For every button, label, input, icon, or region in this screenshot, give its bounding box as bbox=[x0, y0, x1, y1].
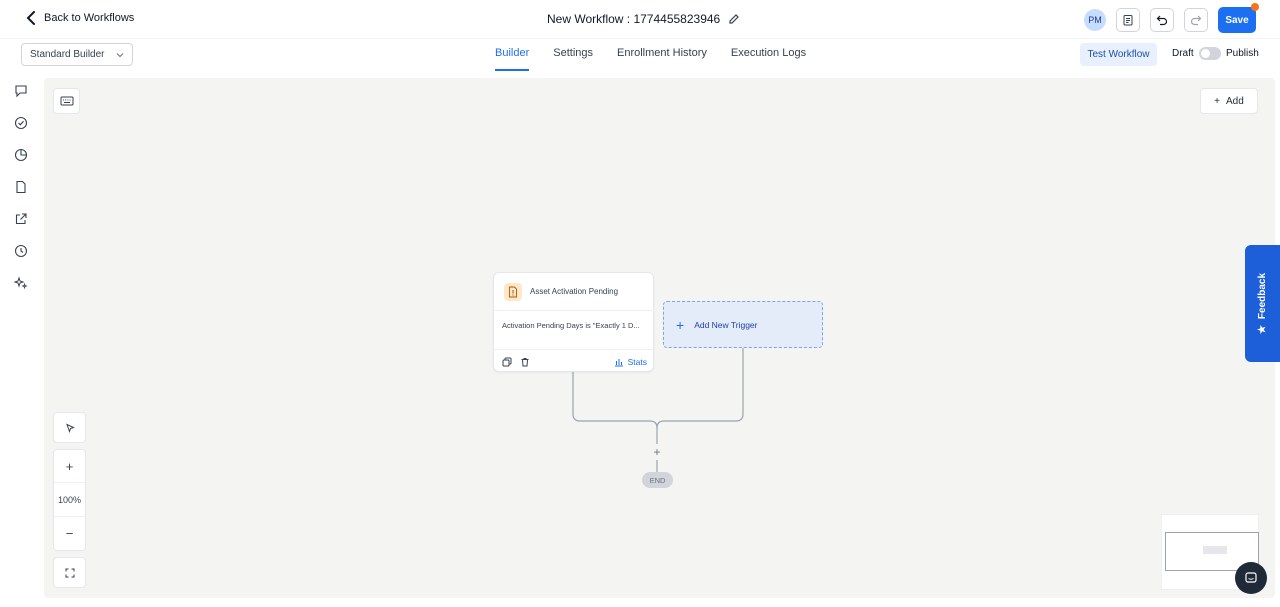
chevron-down-icon bbox=[116, 52, 124, 57]
plus-icon: + bbox=[676, 316, 685, 333]
sub-bar: Standard Builder Builder Settings Enroll… bbox=[0, 38, 1280, 71]
check-circle-icon[interactable] bbox=[14, 116, 28, 130]
sparkle-icon[interactable] bbox=[13, 276, 28, 290]
chat-icon[interactable] bbox=[14, 84, 28, 98]
publish-label: Publish bbox=[1226, 48, 1259, 59]
zoom-level: 100% bbox=[54, 483, 85, 517]
back-label: Back to Workflows bbox=[44, 12, 135, 24]
chat-widget-button[interactable] bbox=[1235, 562, 1267, 594]
stats-label: Stats bbox=[627, 356, 647, 367]
feedback-label: Feedback bbox=[1257, 272, 1269, 320]
workflow-title[interactable]: New Workflow : 1774455823946 bbox=[547, 12, 740, 26]
fit-view-button[interactable] bbox=[53, 557, 86, 588]
stats-link[interactable]: Stats bbox=[614, 357, 647, 367]
back-to-workflows-link[interactable]: Back to Workflows bbox=[26, 11, 134, 25]
pie-chart-icon[interactable] bbox=[14, 148, 28, 162]
bar-chart-icon bbox=[614, 358, 623, 366]
minimap-node bbox=[1203, 546, 1227, 554]
redo-icon bbox=[1190, 15, 1202, 26]
test-workflow-button[interactable]: Test Workflow bbox=[1080, 43, 1157, 66]
trigger-card-header: Asset Activation Pending bbox=[494, 273, 655, 311]
unsaved-indicator bbox=[1251, 3, 1259, 11]
plus-icon: + bbox=[1214, 95, 1221, 107]
tab-settings[interactable]: Settings bbox=[553, 39, 593, 71]
keyboard-icon bbox=[60, 96, 73, 106]
external-link-icon[interactable] bbox=[14, 212, 28, 226]
notes-button[interactable] bbox=[1116, 8, 1140, 32]
add-node-button[interactable]: + Add bbox=[1200, 88, 1258, 114]
undo-button[interactable] bbox=[1150, 8, 1174, 32]
tab-enrollment-history[interactable]: Enrollment History bbox=[617, 39, 707, 71]
workflow-title-text: New Workflow : 1774455823946 bbox=[547, 12, 721, 26]
document-icon[interactable] bbox=[14, 180, 28, 194]
copy-icon[interactable] bbox=[502, 357, 512, 367]
pencil-icon[interactable] bbox=[728, 13, 740, 25]
connector-lines bbox=[572, 348, 744, 472]
zoom-controls: + 100% − bbox=[53, 449, 86, 551]
tab-execution-logs[interactable]: Execution Logs bbox=[731, 39, 806, 71]
save-button[interactable]: Save bbox=[1218, 3, 1259, 33]
trigger-card[interactable]: Asset Activation Pending Activation Pend… bbox=[493, 272, 655, 373]
trigger-card-footer: Stats bbox=[494, 349, 655, 373]
history-icon[interactable] bbox=[14, 244, 28, 258]
add-new-trigger-button[interactable]: + Add New Trigger bbox=[663, 301, 823, 348]
keyboard-shortcuts-button[interactable] bbox=[53, 88, 80, 114]
top-bar: Back to Workflows New Workflow : 1774455… bbox=[0, 0, 1280, 38]
tab-builder[interactable]: Builder bbox=[495, 39, 530, 71]
draft-label: Draft bbox=[1172, 48, 1194, 59]
clipboard-icon bbox=[1123, 15, 1133, 26]
feedback-tab[interactable]: ★ Feedback bbox=[1245, 245, 1280, 362]
expand-icon bbox=[65, 568, 74, 577]
add-trigger-label: Add New Trigger bbox=[694, 319, 758, 330]
star-icon: ★ bbox=[1257, 325, 1269, 335]
select-tool-button[interactable] bbox=[53, 412, 86, 443]
add-action-button[interactable]: + bbox=[649, 444, 665, 460]
trigger-title: Asset Activation Pending bbox=[530, 287, 619, 296]
file-alert-icon bbox=[504, 282, 522, 301]
undo-icon bbox=[1156, 15, 1168, 26]
trash-icon[interactable] bbox=[520, 357, 530, 367]
trigger-condition: Activation Pending Days is "Exactly 1 D.… bbox=[502, 321, 640, 330]
feedback-content: ★ Feedback bbox=[1257, 273, 1268, 334]
workflow-canvas[interactable]: + Add Asset Activation Pending Activatio… bbox=[44, 78, 1275, 598]
toggle-knob bbox=[1201, 49, 1210, 58]
redo-button[interactable] bbox=[1184, 8, 1208, 32]
zoom-out-button[interactable]: − bbox=[54, 517, 85, 550]
end-node: END bbox=[642, 472, 673, 488]
message-icon bbox=[1245, 572, 1257, 583]
zoom-in-button[interactable]: + bbox=[54, 450, 85, 484]
builder-select-value: Standard Builder bbox=[30, 49, 105, 60]
avatar[interactable]: PM bbox=[1084, 9, 1106, 31]
left-rail bbox=[0, 70, 44, 607]
tab-bar: Builder Settings Enrollment History Exec… bbox=[495, 39, 806, 71]
builder-type-select[interactable]: Standard Builder bbox=[21, 43, 133, 66]
header-actions: PM Save bbox=[1084, 3, 1259, 33]
save-label: Save bbox=[1225, 14, 1249, 26]
publish-toggle[interactable] bbox=[1199, 47, 1221, 60]
add-label: Add bbox=[1226, 95, 1244, 107]
cursor-icon bbox=[65, 423, 75, 433]
chevron-left-icon bbox=[26, 11, 35, 25]
